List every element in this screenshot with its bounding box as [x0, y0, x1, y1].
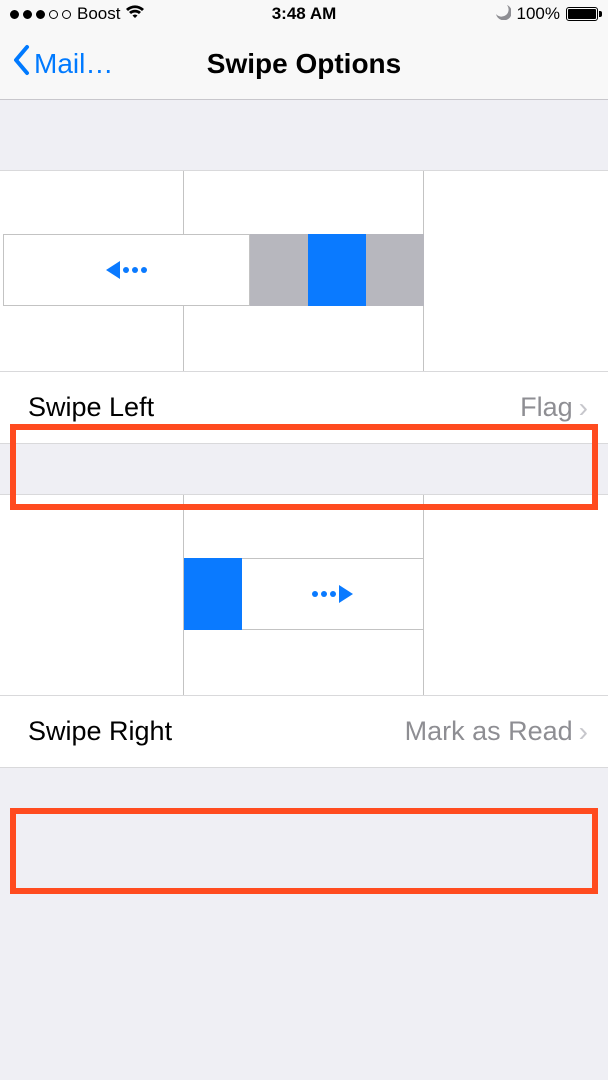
swipe-left-preview-row [3, 234, 423, 306]
swipe-action-read-icon [184, 558, 242, 630]
section-spacer [0, 100, 608, 170]
swipe-left-label: Swipe Left [28, 392, 520, 423]
carrier-label: Boost [77, 4, 120, 24]
swipe-right-value: Mark as Read [405, 716, 573, 747]
nav-bar: Mail… Swipe Options [0, 28, 608, 100]
swipe-action-flag-icon [308, 234, 366, 306]
swipe-right-row[interactable]: Swipe Right Mark as Read › [0, 695, 608, 767]
battery-percent: 100% [517, 4, 560, 24]
back-button[interactable]: Mail… [0, 44, 113, 83]
chevron-right-icon: › [579, 716, 588, 748]
arrow-left-icon [106, 261, 147, 279]
swipe-right-preview [0, 495, 608, 695]
swipe-left-section: Swipe Left Flag › [0, 170, 608, 444]
chevron-left-icon [12, 44, 30, 83]
swipe-right-label: Swipe Right [28, 716, 405, 747]
chevron-right-icon: › [579, 392, 588, 424]
status-bar: Boost 3:48 AM 100% [0, 0, 608, 28]
section-spacer [0, 444, 608, 494]
cell-signal-icon [10, 10, 71, 19]
arrow-right-icon [312, 585, 353, 603]
swipe-left-value: Flag [520, 392, 573, 423]
swipe-left-preview [0, 171, 608, 371]
swipe-right-preview-row [184, 558, 424, 630]
wifi-icon [126, 4, 144, 24]
battery-icon [566, 7, 598, 21]
annotation-highlight [10, 808, 598, 894]
swipe-right-section: Swipe Right Mark as Read › [0, 494, 608, 768]
swipe-left-row[interactable]: Swipe Left Flag › [0, 371, 608, 443]
do-not-disturb-icon [495, 4, 511, 25]
swipe-action-more-icon [250, 234, 308, 306]
back-label: Mail… [34, 48, 113, 80]
swipe-action-archive-icon [366, 234, 424, 306]
